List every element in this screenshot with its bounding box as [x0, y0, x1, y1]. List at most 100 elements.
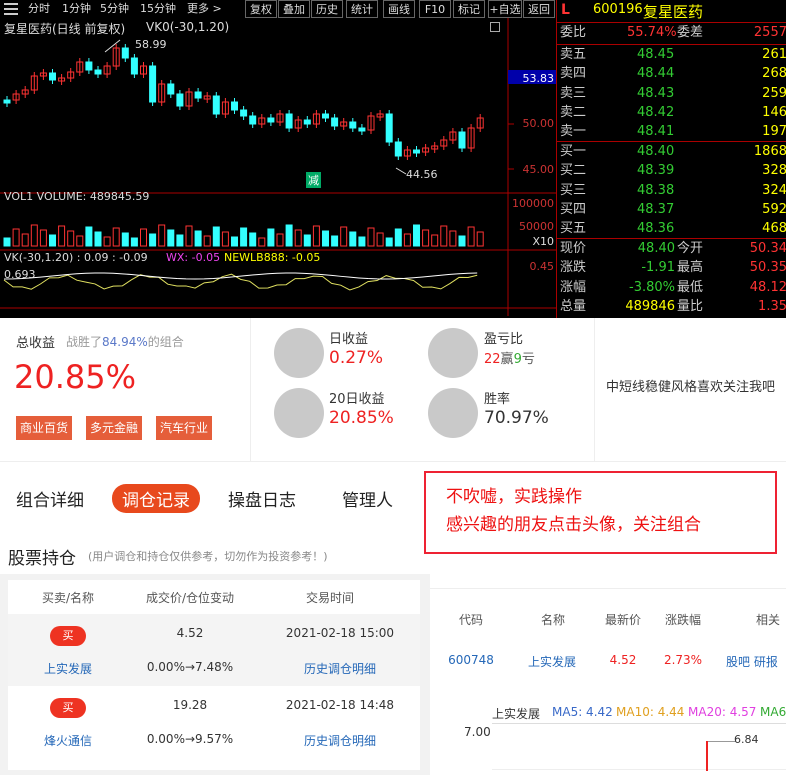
stat-row: 总量 489846 量比 1.35 — [557, 298, 786, 316]
pl-ratio-icon — [428, 328, 478, 378]
vk-left-value: 0.693 — [4, 268, 36, 281]
tab-more[interactable]: 更多 > — [185, 0, 224, 18]
newlb-label: NEWLB888: -0.05 — [224, 251, 321, 264]
volume-bar — [94, 231, 102, 247]
buy-badge[interactable]: 买 — [20, 696, 116, 718]
peak-label: 58.99 — [135, 38, 167, 51]
btn-draw[interactable]: 画线 — [383, 0, 415, 18]
table-row: 买 19.28 2021-02-18 14:48 烽火通信 0.00%→9.57% 历史调… — [8, 686, 420, 758]
tab-15min[interactable]: 15分钟 — [138, 0, 178, 18]
tab-trading-log[interactable]: 操盘日志 — [228, 486, 296, 511]
level-label: 卖一 — [560, 124, 587, 140]
price-axis-low: 45.00 — [522, 163, 555, 176]
trade-price: 19.28 — [172, 698, 208, 712]
stat-row: 涨幅 -3.80% 最低 48.12 — [557, 279, 786, 297]
chart-axis-value: 7.00 — [464, 725, 491, 739]
quote-panel: L 600196 复星医药 委比 55.74% 委差 2557 卖五 48.45 2… — [556, 0, 786, 318]
volume-bar — [440, 225, 448, 247]
volume-bar — [76, 235, 84, 247]
tag-auto[interactable]: 汽车行业 — [156, 416, 213, 440]
stat-value-2: 48.12 — [749, 279, 786, 295]
volume-bar — [413, 224, 420, 247]
volume-bar — [431, 234, 439, 247]
level-volume: 268 — [762, 66, 786, 82]
tab-portfolio-detail[interactable]: 组合详细 — [16, 486, 84, 511]
volume-bar — [376, 232, 384, 247]
level-volume: 146 — [762, 104, 786, 120]
volume-bar — [467, 226, 475, 247]
stock-name-link[interactable]: 上实发展 — [20, 660, 116, 677]
table-row: 买 4.52 2021-02-18 15:00 上实发展 0.00%→7.48% 历史调仓… — [8, 614, 420, 686]
low-label: 44.56 — [406, 168, 438, 181]
btn-mark[interactable]: 标记 — [453, 0, 485, 18]
tag-retail[interactable]: 商业百货 — [16, 416, 73, 440]
level-price: 48.39 — [637, 163, 675, 179]
volume-bar — [358, 236, 366, 247]
tab-5min[interactable]: 5分钟 — [98, 0, 131, 18]
vol-axis-unit: X10 — [532, 235, 554, 248]
level-price: 48.37 — [637, 201, 675, 217]
volume-bar — [39, 229, 47, 247]
trade-time: 2021-02-18 14:48 — [285, 698, 395, 712]
btn-add-watch[interactable]: +自选 — [488, 0, 522, 18]
history-detail-link[interactable]: 历史调仓明细 — [270, 732, 410, 749]
candle — [394, 141, 402, 157]
stat-row: 涨跌 -1.91 最高 50.35 — [557, 259, 786, 277]
stock-name-link[interactable]: 上实发展 — [522, 653, 582, 670]
btn-fuquan[interactable]: 复权 — [245, 0, 277, 18]
chart-peak-value: 6.84 — [734, 733, 759, 746]
btn-overlay[interactable]: 叠加 — [278, 0, 310, 18]
bids-row: 买五 48.36 468 — [557, 220, 786, 238]
volume-bar — [158, 224, 166, 247]
volume-bar — [3, 237, 11, 247]
stat-value-2: 50.35 — [749, 260, 786, 276]
stat-label-2: 最高 — [677, 260, 704, 276]
volume-bar — [112, 227, 120, 247]
volume-bar — [422, 229, 430, 247]
buy-badge[interactable]: 买 — [20, 624, 116, 646]
tab-1min[interactable]: 1分钟 — [60, 0, 93, 18]
stock-code-link[interactable]: 600748 — [446, 653, 496, 667]
stock-name-link[interactable]: 烽火通信 — [20, 732, 116, 749]
btn-history[interactable]: 历史 — [311, 0, 343, 18]
volume-bar — [312, 225, 320, 247]
volume-bar — [267, 228, 275, 247]
ma5: MA5: 4.42 — [552, 705, 613, 719]
col-related: 相关 — [755, 613, 780, 627]
tag-finance[interactable]: 多元金融 — [86, 416, 143, 440]
btn-f10[interactable]: F10 — [419, 0, 451, 18]
stat-value-2: 50.34 — [749, 241, 786, 256]
related-links[interactable]: 股吧 研报 — [726, 653, 778, 670]
stat-label: 总量 — [560, 298, 587, 314]
tab-intraday[interactable]: 分时 — [26, 0, 52, 18]
holdings-table: 买卖/名称 成交价/仓位变动 交易时间 买 4.52 2021-02-18 15:0… — [0, 574, 430, 775]
col-price: 成交价/仓位变动 — [145, 591, 235, 605]
asks-row: 卖一 48.41 197 — [557, 123, 786, 141]
candle — [358, 127, 366, 132]
tab-rebalance-record[interactable]: 调仓记录 — [112, 484, 200, 513]
candlestick-chart[interactable] — [0, 18, 556, 316]
tab-manager[interactable]: 管理人 — [342, 486, 393, 511]
volume-bar — [394, 228, 402, 247]
volume-bar — [276, 233, 284, 247]
candle — [121, 47, 129, 59]
volume-bar — [140, 228, 147, 247]
asks-row: 卖五 48.45 261 — [557, 46, 786, 64]
menu-icon[interactable] — [4, 3, 18, 15]
col-time: 交易时间 — [305, 591, 354, 605]
level-label: 买五 — [560, 221, 587, 237]
candle — [85, 61, 93, 71]
candle — [212, 95, 220, 115]
btn-stats[interactable]: 统计 — [346, 0, 378, 18]
volume-bar — [349, 231, 357, 247]
history-detail-link[interactable]: 历史调仓明细 — [270, 660, 410, 677]
stock-name: 复星医药 — [643, 3, 704, 21]
level-volume: 261 — [762, 47, 786, 62]
stat-value: 48.40 — [637, 241, 675, 256]
asks-row: 卖三 48.43 259 — [557, 85, 786, 103]
btn-back[interactable]: 返回 — [523, 0, 555, 18]
col-action: 买卖/名称 — [41, 591, 95, 605]
total-value: 20.85% — [14, 358, 137, 396]
stat-value-2: 1.35 — [758, 298, 786, 314]
stat-label: 涨跌 — [560, 260, 587, 276]
